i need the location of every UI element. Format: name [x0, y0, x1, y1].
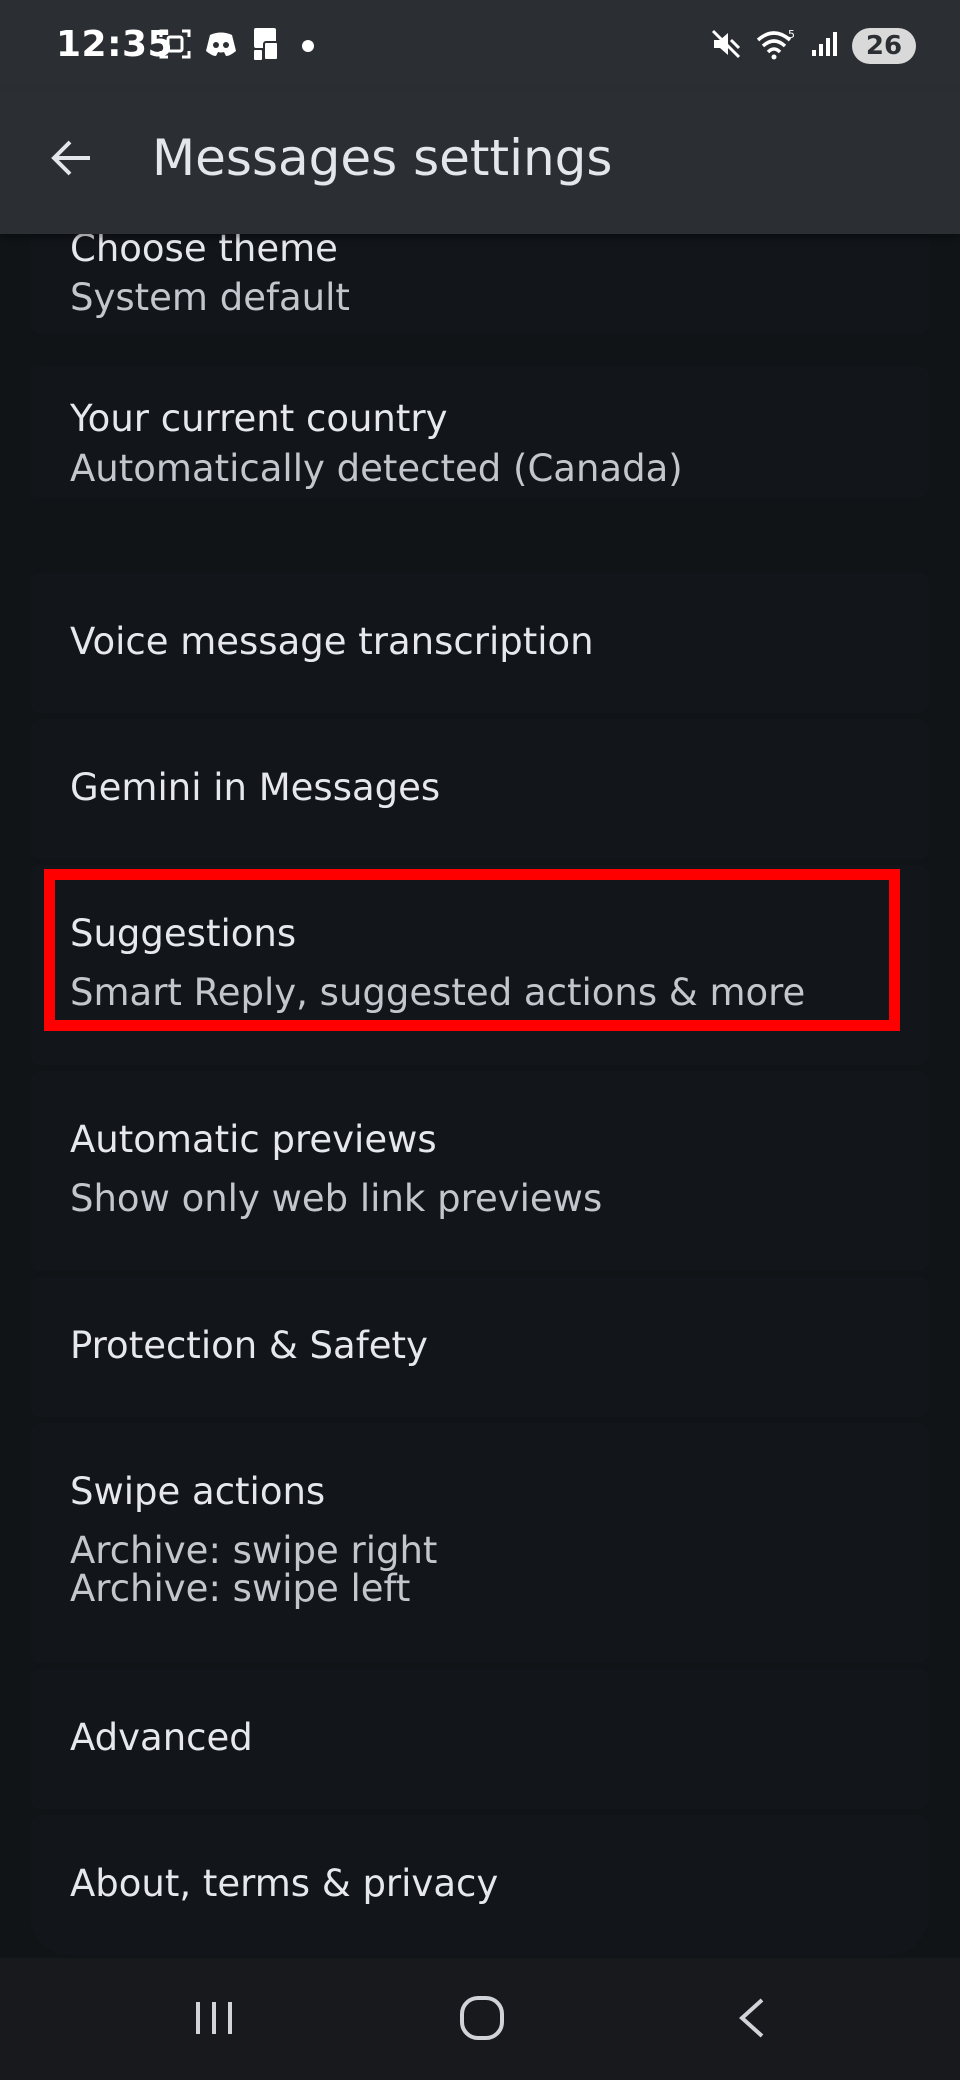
setting-title: Your current country: [70, 397, 448, 440]
home-icon: [460, 1996, 504, 2040]
setting-title: Gemini in Messages: [70, 766, 441, 809]
wifi-icon: 5: [756, 28, 796, 64]
setting-subtitle: Automatically detected (Canada): [70, 447, 683, 490]
setting-suggestions[interactable]: Suggestions Smart Reply, suggested actio…: [30, 865, 929, 1065]
status-icons-right: 5 26: [710, 26, 916, 66]
arrow-back-icon: [51, 140, 90, 176]
setting-advanced[interactable]: Advanced: [30, 1669, 929, 1809]
recents-button[interactable]: [166, 1978, 262, 2058]
setting-title: Choose theme: [70, 234, 338, 270]
app-bar: Messages settings: [0, 90, 960, 234]
network-label: 5: [788, 28, 795, 41]
setting-subtitle: Archive: swipe left: [70, 1567, 411, 1610]
screen: 12:35 5 26 Messages settings Choose them…: [0, 0, 960, 2080]
setting-about[interactable]: About, terms & privacy: [30, 1815, 929, 1955]
setting-title: About, terms & privacy: [70, 1862, 499, 1905]
setting-swipe-actions[interactable]: Swipe actions Archive: swipe right Archi…: [30, 1423, 929, 1663]
setting-gemini[interactable]: Gemini in Messages: [30, 719, 929, 859]
phone-icon: [250, 26, 284, 66]
setting-title: Advanced: [70, 1716, 253, 1759]
home-button[interactable]: [434, 1978, 530, 2058]
setting-subtitle: Show only web link previews: [70, 1177, 603, 1220]
status-bar: 12:35 5 26: [0, 0, 960, 90]
setting-protection-safety[interactable]: Protection & Safety: [30, 1277, 929, 1417]
navigation-bar: [0, 1958, 960, 2080]
setting-title: Protection & Safety: [70, 1324, 428, 1367]
signal-icon: [810, 30, 838, 62]
setting-title: Voice message transcription: [70, 620, 594, 663]
setting-choose-theme[interactable]: Choose theme System default: [30, 234, 929, 334]
setting-current-country[interactable]: Your current country Automatically detec…: [30, 366, 929, 498]
setting-title: Suggestions: [70, 912, 297, 955]
setting-automatic-previews[interactable]: Automatic previews Show only web link pr…: [30, 1071, 929, 1271]
setting-subtitle: System default: [70, 276, 350, 319]
battery-icon: 26: [852, 28, 916, 64]
recents-icon: [196, 2002, 232, 2034]
setting-subtitle: Archive: swipe right: [70, 1529, 438, 1572]
nav-back-icon: [739, 1998, 764, 2038]
settings-list[interactable]: Choose theme System default Your current…: [0, 234, 960, 1958]
setting-subtitle: Smart Reply, suggested actions & more: [70, 971, 806, 1014]
status-icons-left: [158, 26, 314, 66]
mute-icon: [710, 28, 742, 64]
page-title: Messages settings: [152, 129, 613, 187]
notification-dot: [302, 40, 314, 52]
status-time: 12:35: [56, 24, 174, 65]
nav-back-button[interactable]: [704, 1978, 800, 2058]
discord-icon: [204, 29, 238, 63]
setting-voice-transcription[interactable]: Voice message transcription: [30, 573, 929, 713]
setting-title: Automatic previews: [70, 1118, 437, 1161]
setting-title: Swipe actions: [70, 1470, 326, 1513]
screenshot-icon: [158, 27, 192, 65]
back-button[interactable]: [40, 126, 104, 190]
